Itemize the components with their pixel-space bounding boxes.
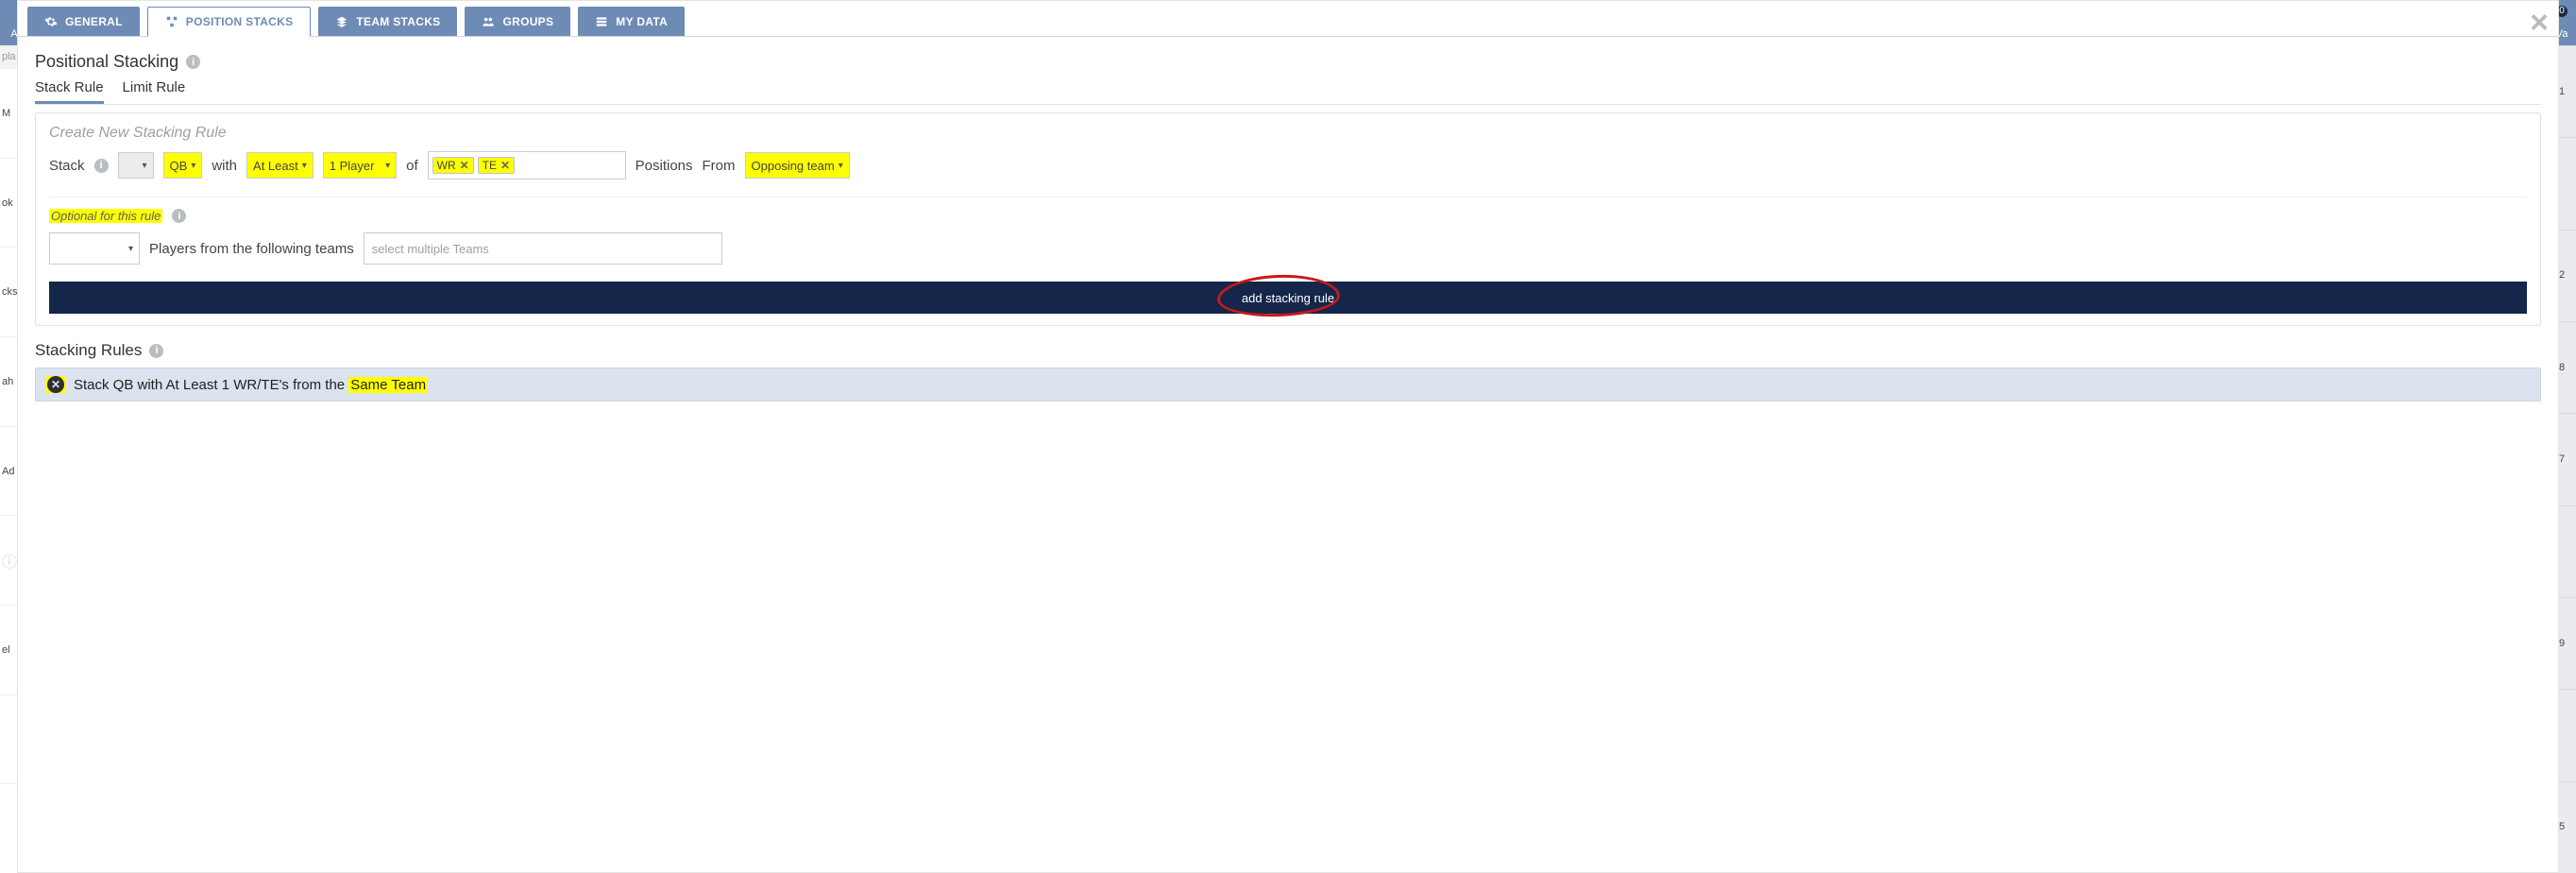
subtab-stack-rule[interactable]: Stack Rule <box>35 79 104 104</box>
caret-icon: ▾ <box>302 161 307 171</box>
table-icon <box>595 15 608 28</box>
blank-dropdown[interactable]: ▾ <box>118 152 154 179</box>
tab-team-stacks[interactable]: TEAM STACKS <box>318 7 457 36</box>
tab-label: GROUPS <box>502 15 553 28</box>
position-dropdown[interactable]: QB ▾ <box>163 152 203 179</box>
close-icon[interactable]: × <box>2530 7 2549 39</box>
users-icon <box>482 15 495 28</box>
tag-label: TE <box>483 159 497 172</box>
gear-icon <box>44 15 58 28</box>
section-title-row: Positional Stacking i <box>35 52 2541 72</box>
stack-label: Stack <box>49 158 85 174</box>
caret-icon: ▾ <box>839 161 843 171</box>
tab-label: GENERAL <box>65 15 123 28</box>
tag-remove-icon[interactable]: ✕ <box>460 159 469 172</box>
rule-highlight: Same Team <box>348 377 428 393</box>
tab-label: POSITION STACKS <box>186 15 294 28</box>
caret-icon: ▾ <box>191 161 195 171</box>
quantity-mode-dropdown[interactable]: At Least ▾ <box>246 152 314 179</box>
tab-bar: GENERAL POSITION STACKS TEAM STACKS GROU… <box>18 1 2558 37</box>
tab-label: MY DATA <box>616 15 668 28</box>
positions-label: Positions <box>636 158 693 174</box>
subtab-bar: Stack Rule Limit Rule <box>35 79 2541 105</box>
tab-my-data[interactable]: MY DATA <box>578 7 685 36</box>
add-stacking-rule-button[interactable]: add stacking rule <box>49 282 2527 314</box>
tag-remove-icon[interactable]: ✕ <box>500 159 510 172</box>
position-tag: TE✕ <box>478 157 515 174</box>
info-icon[interactable]: i <box>94 159 109 173</box>
rule-prefix: Stack QB with At Least 1 WR/TE's from th… <box>74 377 348 393</box>
optional-dropdown[interactable]: ▾ <box>49 232 140 265</box>
from-dropdown[interactable]: Opposing team ▾ <box>745 152 850 179</box>
layers-icon <box>335 15 348 28</box>
grid-icon <box>165 15 178 28</box>
rule-text: Stack QB with At Least 1 WR/TE's from th… <box>74 377 428 393</box>
section-title: Positional Stacking <box>35 52 178 72</box>
rule-list-item: ✕ Stack QB with At Least 1 WR/TE's from … <box>35 368 2541 402</box>
rules-list-title: Stacking Rules <box>35 341 142 360</box>
rule-form-title: Create New Stacking Rule <box>49 125 2527 142</box>
caret-icon: ▾ <box>128 244 133 254</box>
tag-label: WR <box>437 159 456 172</box>
from-value: Opposing team <box>752 159 835 173</box>
caret-icon: ▾ <box>385 161 390 171</box>
info-icon[interactable]: i <box>186 55 200 69</box>
rules-list-title-row: Stacking Rules i <box>35 341 2541 360</box>
position-value: QB <box>170 159 188 173</box>
tab-label: TEAM STACKS <box>356 15 440 28</box>
delete-rule-icon[interactable]: ✕ <box>47 376 64 393</box>
teams-multiselect[interactable]: select multiple Teams <box>364 232 722 265</box>
positions-tag-input[interactable]: WR✕ TE✕ <box>428 151 626 180</box>
optional-label: Optional for this rule <box>49 209 162 223</box>
info-icon[interactable]: i <box>172 209 186 223</box>
quantity-dropdown[interactable]: 1 Player ▾ <box>323 152 397 179</box>
quantity-mode-value: At Least <box>253 159 298 173</box>
teams-label: Players from the following teams <box>149 241 354 257</box>
of-label: of <box>406 158 418 174</box>
modal: × GENERAL POSITION STACKS TEAM STACKS GR… <box>17 0 2559 873</box>
position-tag: WR ✕ <box>432 157 474 174</box>
quantity-value: 1 Player <box>330 159 375 173</box>
teams-placeholder: select multiple Teams <box>372 242 489 256</box>
subtab-limit-rule[interactable]: Limit Rule <box>123 79 186 104</box>
tab-groups[interactable]: GROUPS <box>465 7 570 36</box>
tab-general[interactable]: GENERAL <box>27 7 140 36</box>
rule-form: Create New Stacking Rule Stack i ▾ QB ▾ … <box>35 112 2541 326</box>
from-label: From <box>703 158 736 174</box>
tab-position-stacks[interactable]: POSITION STACKS <box>147 7 312 37</box>
info-icon[interactable]: i <box>149 344 163 358</box>
caret-icon: ▾ <box>142 161 146 171</box>
with-label: with <box>212 158 237 174</box>
add-button-label: add stacking rule <box>1242 291 1334 305</box>
